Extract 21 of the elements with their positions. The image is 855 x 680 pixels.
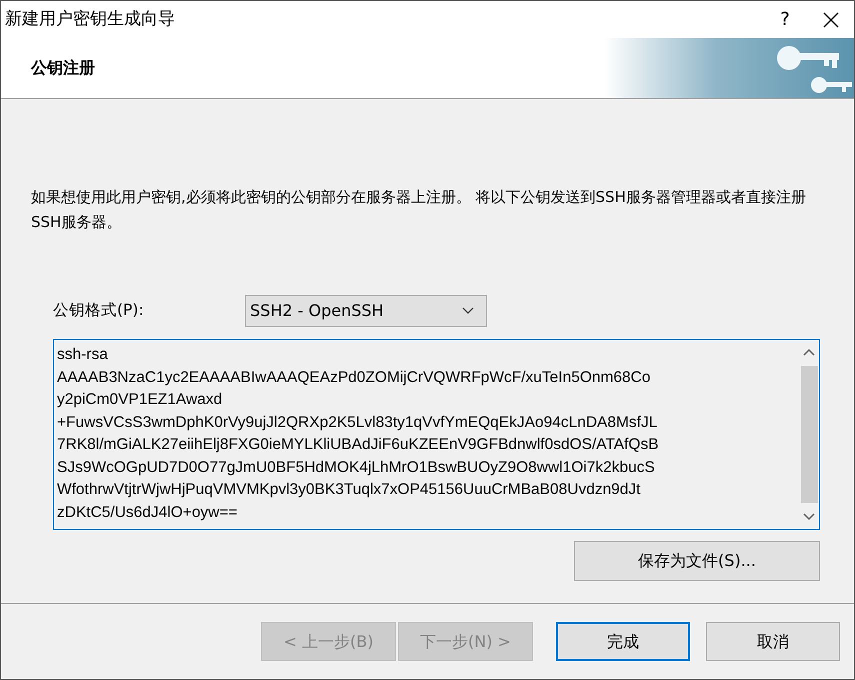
- key-text-line: SJs9WcOGpUD7D0O77gJmU0BF5HdMOK4jLhMrO1BswBUOyZ9O8wwl1Oi7k2kbucS: [57, 458, 655, 478]
- key-text-line: ssh-rsa: [57, 345, 108, 365]
- public-key-field[interactable]: [53, 339, 820, 530]
- key-text-line: zDKtC5/Us6dJ4lO+oyw==: [57, 502, 238, 522]
- format-label: 公钥格式(P):: [53, 300, 145, 322]
- save-to-file-button[interactable]: 保存为文件(S)...: [574, 541, 820, 581]
- key-text-line: WfothrwVtjtrWjwHjPuqVMVMKpvl3y0BK3Tuqlx7xOP45156UuuCrMBaB08Uvdzn9dJt: [57, 480, 640, 500]
- key-text-line: 7RK8l/mGiALK27eiihElj8FXG0ieMYLKliUBAdJiF6uKZEEnV9GFBdnwlf0sdOS/ATAfQsB: [57, 435, 659, 455]
- format-dropdown[interactable]: SSH2 - OpenSSH: [245, 295, 487, 327]
- key-text-line: AAAAB3NzaC1yc2EAAAABIwAAAQEAzPd0ZOMijCrVQWRFpWcF/xuTeIn5Onm68Co: [57, 368, 650, 388]
- key-text-line: y2piCm0VP1EZ1Awaxd: [57, 390, 222, 410]
- wizard-button[interactable]: 取消: [706, 622, 840, 661]
- scrollbar-thumb[interactable]: [800, 366, 818, 503]
- page-heading: 公钥注册: [30, 57, 95, 79]
- chevron-down-icon: [462, 307, 474, 315]
- instruction-text: 如果想使用此用户密钥,必须将此密钥的公钥部分在服务器上注册。 将以下公钥发送到SSH服务器管理器或者直接注册SSH服务器。: [31, 187, 807, 233]
- window-title: 新建用户密钥生成向导: [5, 8, 176, 31]
- help-button[interactable]: ?: [762, 1, 808, 38]
- key-text-line: +FuwsVCsS3wmDphK0rVy9ujJl2QRXp2K5Lvl83ty1qVvfYmEQqEkJAo94cLnDA8MsfJL: [57, 412, 658, 432]
- close-icon: [822, 10, 840, 28]
- wizard-button[interactable]: 完成: [556, 622, 690, 661]
